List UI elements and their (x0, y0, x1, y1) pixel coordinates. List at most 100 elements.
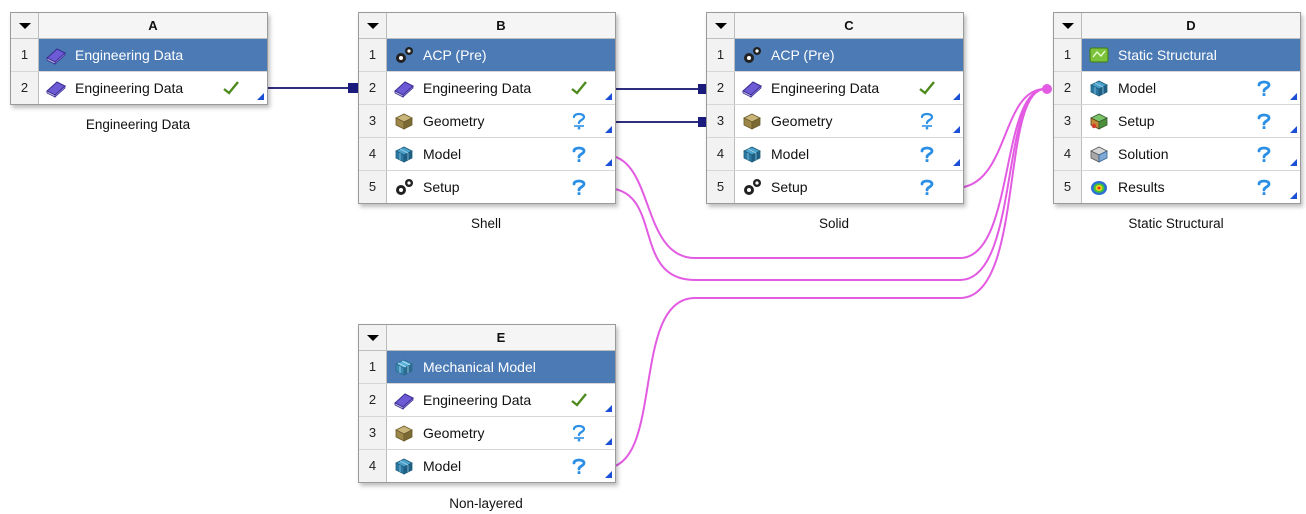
system-c-row-5[interactable]: 5 Setup (707, 171, 963, 203)
system-d-row-1[interactable]: 1 Static Structural (1054, 39, 1300, 72)
gears-icon (393, 45, 415, 65)
check-icon (569, 78, 589, 98)
system-d-row-2[interactable]: 2 Model (1054, 72, 1300, 105)
refresh-required-icon (1254, 144, 1274, 164)
cell-label: Engineering Data (75, 47, 184, 63)
link-c5-d2 (954, 88, 1046, 189)
model-icon (1088, 78, 1110, 98)
row-number: 5 (707, 171, 735, 203)
system-d-row-3[interactable]: 3 Setup (1054, 105, 1300, 138)
cell-label: Model (771, 146, 810, 162)
results-icon (1088, 177, 1110, 197)
system-letter: A (39, 13, 267, 38)
system-d-row-5[interactable]: 5 Results (1054, 171, 1300, 203)
engineering-data-icon (741, 78, 763, 98)
collapse-button[interactable] (707, 13, 735, 38)
collapse-button[interactable] (359, 13, 387, 38)
row-number: 5 (359, 171, 387, 203)
system-a-row-2[interactable]: 2 Engineering Data (11, 72, 267, 104)
system-c-caption[interactable]: Solid (706, 216, 962, 231)
system-d-caption[interactable]: Static Structural (1053, 216, 1299, 231)
corner-marker-icon (953, 93, 960, 100)
refresh-required-icon (1254, 111, 1274, 131)
system-d[interactable]: D 1 Static Structural 2 Model 3 Setup 4 … (1053, 12, 1301, 204)
row-number: 1 (359, 39, 387, 71)
corner-marker-icon (257, 93, 264, 100)
system-a[interactable]: A 1 Engineering Data 2 Engineering Data (10, 12, 268, 105)
system-e[interactable]: E 1 Mechanical Model 2 Engineering Data … (358, 324, 616, 483)
refresh-required-icon (1254, 177, 1274, 197)
cell-label: Results (1118, 179, 1165, 195)
refresh-required-icon (917, 177, 937, 197)
model-icon (393, 144, 415, 164)
attention-icon (569, 111, 589, 131)
row-number: 1 (11, 39, 39, 71)
link-end-d2 (1042, 84, 1052, 94)
system-b-row-4[interactable]: 4 Model (359, 138, 615, 171)
system-e-row-2[interactable]: 2 Engineering Data (359, 384, 615, 417)
system-b-row-1[interactable]: 1 ACP (Pre) (359, 39, 615, 72)
system-e-row-4[interactable]: 4 Model (359, 450, 615, 482)
row-number: 1 (707, 39, 735, 71)
engineering-data-icon (393, 390, 415, 410)
engineering-data-icon (45, 78, 67, 98)
cell-label: Geometry (771, 113, 833, 129)
system-c-row-4[interactable]: 4 Model (707, 138, 963, 171)
row-number: 3 (359, 417, 387, 449)
system-c-row-2[interactable]: 2 Engineering Data (707, 72, 963, 105)
collapse-button[interactable] (1054, 13, 1082, 38)
system-e-row-3[interactable]: 3 Geometry (359, 417, 615, 450)
system-e-row-1[interactable]: 1 Mechanical Model (359, 351, 615, 384)
system-letter: B (387, 13, 615, 38)
attention-icon (569, 423, 589, 443)
row-number: 2 (707, 72, 735, 104)
cell-label: Model (423, 146, 462, 162)
check-icon (569, 390, 589, 410)
system-letter: E (387, 325, 615, 350)
geometry-icon (393, 111, 415, 131)
refresh-required-icon (1254, 78, 1274, 98)
system-b-row-3[interactable]: 3 Geometry (359, 105, 615, 138)
refresh-required-icon (569, 144, 589, 164)
model-icon (393, 456, 415, 476)
cell-label: Mechanical Model (423, 359, 536, 375)
cell-label: Setup (423, 179, 460, 195)
cell-label: Setup (1118, 113, 1155, 129)
row-number: 4 (359, 450, 387, 482)
system-c[interactable]: C 1 ACP (Pre) 2 Engineering Data 3 Geome… (706, 12, 964, 204)
system-c-row-3[interactable]: 3 Geometry (707, 105, 963, 138)
system-e-caption[interactable]: Non-layered (358, 496, 614, 511)
cell-label: ACP (Pre) (423, 47, 487, 63)
setup-icon (1088, 111, 1110, 131)
corner-marker-icon (953, 126, 960, 133)
collapse-button[interactable] (11, 13, 39, 38)
system-c-row-1[interactable]: 1 ACP (Pre) (707, 39, 963, 72)
refresh-required-icon (569, 456, 589, 476)
cell-label: Setup (771, 179, 808, 195)
system-b[interactable]: B 1 ACP (Pre) 2 Engineering Data 3 Geome… (358, 12, 616, 204)
row-number: 2 (359, 384, 387, 416)
solution-icon (1088, 144, 1110, 164)
system-b-row-2[interactable]: 2 Engineering Data (359, 72, 615, 105)
system-b-caption[interactable]: Shell (358, 216, 614, 231)
engineering-data-icon (393, 78, 415, 98)
link-end-b2 (348, 83, 358, 93)
row-number: 2 (359, 72, 387, 104)
row-number: 3 (1054, 105, 1082, 137)
collapse-button[interactable] (359, 325, 387, 350)
corner-marker-icon (605, 159, 612, 166)
system-a-row-1[interactable]: 1 Engineering Data (11, 39, 267, 72)
cell-label: Model (1118, 80, 1157, 96)
row-number: 1 (1054, 39, 1082, 71)
row-number: 4 (1054, 138, 1082, 170)
system-b-row-5[interactable]: 5 Setup (359, 171, 615, 203)
cell-label: Engineering Data (75, 80, 184, 96)
corner-marker-icon (605, 93, 612, 100)
corner-marker-icon (1290, 93, 1297, 100)
cell-label: ACP (Pre) (771, 47, 835, 63)
corner-marker-icon (1290, 192, 1297, 199)
system-d-row-4[interactable]: 4 Solution (1054, 138, 1300, 171)
system-a-caption[interactable]: Engineering Data (10, 117, 266, 132)
static-structural-icon (1088, 45, 1110, 65)
system-letter: D (1082, 13, 1300, 38)
